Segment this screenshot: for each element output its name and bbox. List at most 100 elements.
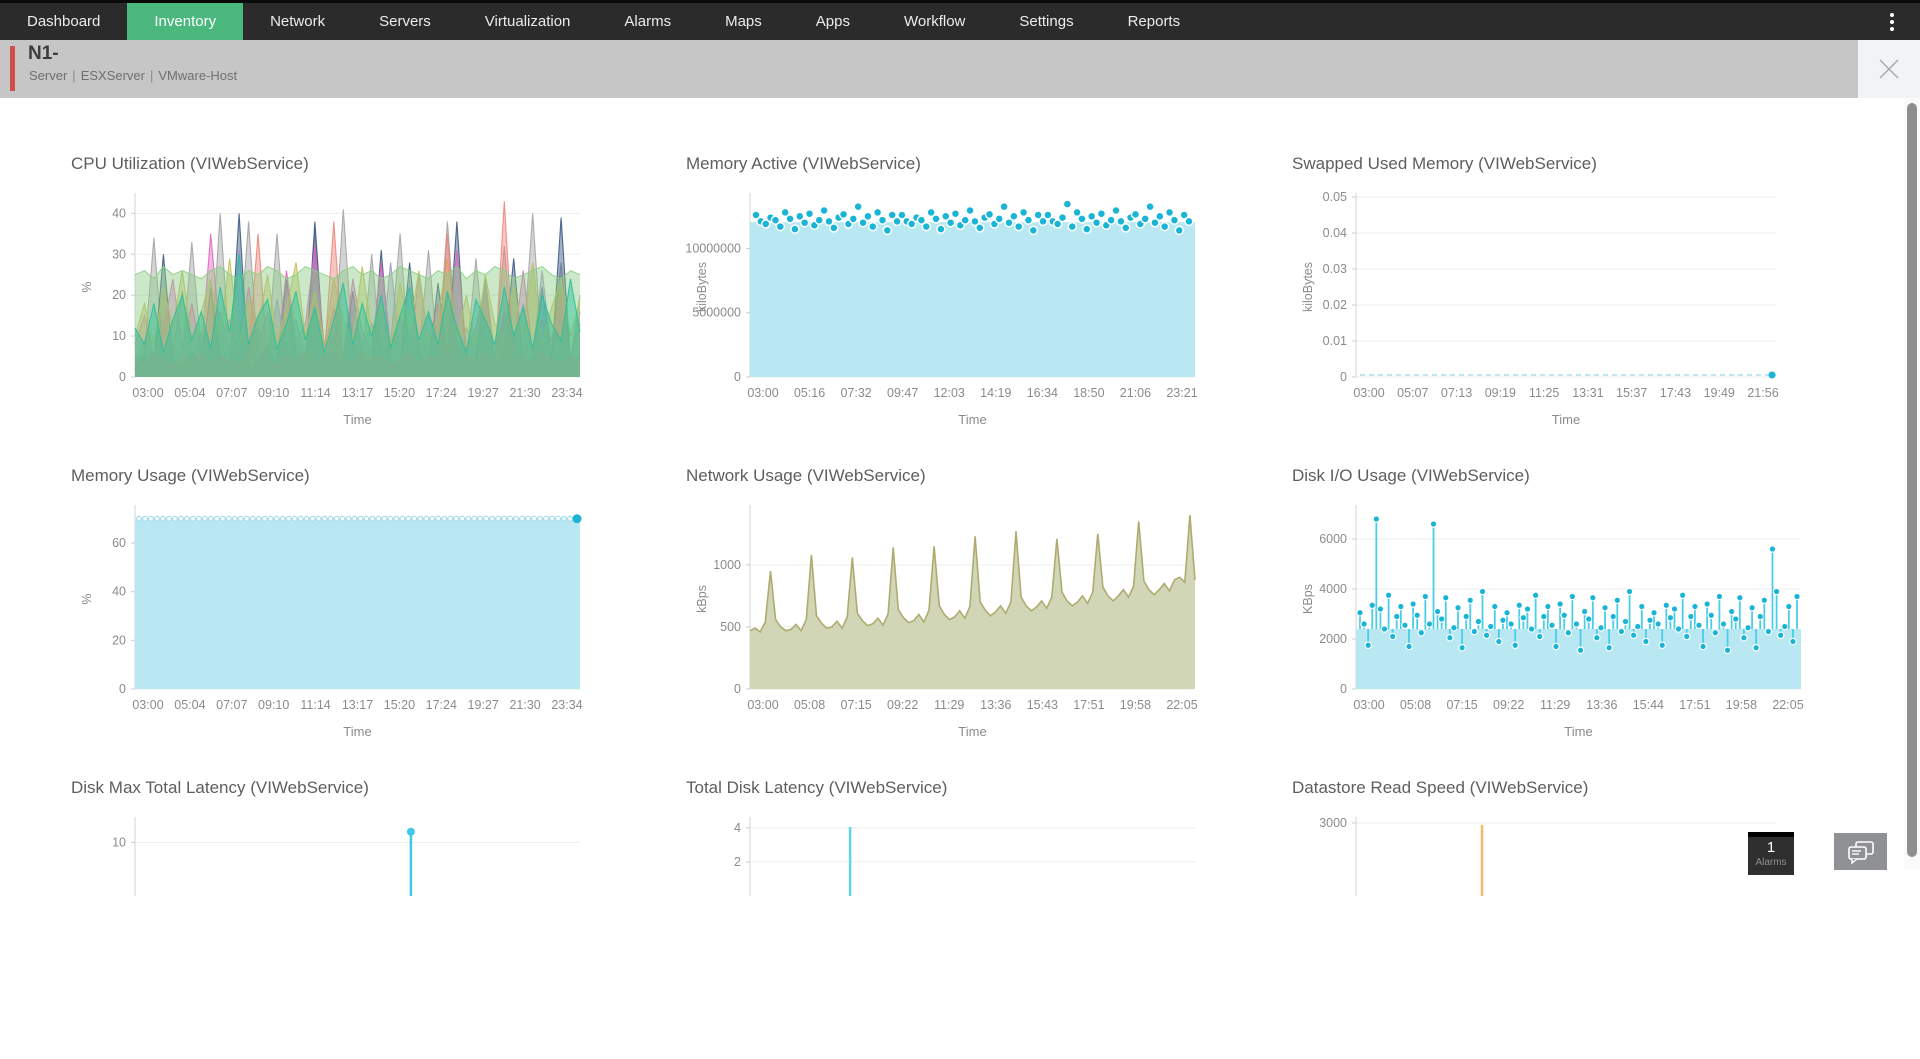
- svg-text:05:08: 05:08: [794, 698, 825, 712]
- svg-text:11:29: 11:29: [934, 698, 964, 712]
- chart-plot-area[interactable]: 10: [71, 809, 601, 1059]
- close-panel-button[interactable]: [1858, 40, 1920, 98]
- nav-tab-settings[interactable]: Settings: [992, 3, 1100, 40]
- top-navigation: Dashboard Inventory Network Servers Virt…: [0, 0, 1920, 40]
- chart-plot-area[interactable]: 050000001000000003:0005:1607:3209:4712:0…: [686, 185, 1216, 435]
- svg-text:09:22: 09:22: [1493, 698, 1524, 712]
- svg-text:Time: Time: [958, 724, 986, 739]
- svg-text:40: 40: [112, 206, 126, 220]
- svg-text:21:30: 21:30: [509, 698, 540, 712]
- svg-text:05:16: 05:16: [794, 386, 825, 400]
- svg-text:kBps: kBps: [695, 585, 709, 613]
- svg-text:KBps: KBps: [1301, 584, 1315, 614]
- nav-tab-workflow[interactable]: Workflow: [877, 3, 992, 40]
- svg-text:Time: Time: [1564, 724, 1592, 739]
- svg-text:19:27: 19:27: [468, 698, 499, 712]
- svg-text:23:34: 23:34: [551, 698, 582, 712]
- svg-text:13:31: 13:31: [1572, 386, 1603, 400]
- nav-tab-maps[interactable]: Maps: [698, 3, 789, 40]
- feedback-chat-button[interactable]: [1834, 833, 1887, 870]
- chart-disk-io-usage: Disk I/O Usage (VIWebService) 0200040006…: [1292, 463, 1797, 747]
- chat-bubbles-icon: [1846, 839, 1876, 865]
- chart-plot-area[interactable]: 0500100003:0005:0807:1509:2211:2913:3615…: [686, 497, 1216, 747]
- svg-text:21:30: 21:30: [509, 386, 540, 400]
- entity-header: N1- Server|ESXServer|VMware-Host: [0, 40, 1858, 98]
- svg-text:0: 0: [119, 682, 126, 696]
- alarm-label: Alarms: [1748, 857, 1794, 868]
- chart-plot-area[interactable]: 020004000600003:0005:0807:1509:2211:2913…: [1292, 497, 1797, 747]
- chart-plot-area[interactable]: 01020304003:0005:0407:0709:1011:1413:171…: [71, 185, 601, 435]
- svg-text:19:58: 19:58: [1726, 698, 1757, 712]
- svg-text:05:04: 05:04: [174, 698, 205, 712]
- breadcrumb-separator: |: [145, 68, 158, 83]
- svg-text:13:17: 13:17: [342, 386, 373, 400]
- svg-text:03:00: 03:00: [747, 698, 778, 712]
- chart-title: Total Disk Latency (VIWebService): [686, 775, 1216, 801]
- chart-plot-area[interactable]: 00.010.020.030.040.0503:0005:0707:1309:1…: [1292, 185, 1797, 435]
- svg-text:19:49: 19:49: [1704, 386, 1735, 400]
- svg-text:22:05: 22:05: [1166, 698, 1197, 712]
- nav-tab-inventory[interactable]: Inventory: [127, 3, 243, 40]
- svg-text:0: 0: [1340, 682, 1347, 696]
- chart-total-disk-latency: Total Disk Latency (VIWebService) 42: [686, 775, 1216, 1059]
- chart-title: CPU Utilization (VIWebService): [71, 151, 601, 177]
- chart-disk-max-total-latency: Disk Max Total Latency (VIWebService) 10: [71, 775, 601, 1059]
- svg-text:07:07: 07:07: [216, 698, 247, 712]
- svg-text:16:34: 16:34: [1027, 386, 1058, 400]
- chart-title: Disk Max Total Latency (VIWebService): [71, 775, 601, 801]
- svg-text:20: 20: [112, 288, 126, 302]
- svg-text:07:15: 07:15: [1446, 698, 1477, 712]
- svg-text:15:20: 15:20: [384, 386, 415, 400]
- nav-tab-network[interactable]: Network: [243, 3, 352, 40]
- svg-text:17:43: 17:43: [1660, 386, 1691, 400]
- svg-text:14:19: 14:19: [980, 386, 1011, 400]
- chart-title: Memory Active (VIWebService): [686, 151, 1216, 177]
- svg-text:0.03: 0.03: [1323, 262, 1347, 276]
- svg-text:23:34: 23:34: [551, 386, 582, 400]
- svg-text:07:15: 07:15: [840, 698, 871, 712]
- svg-text:3000: 3000: [1319, 816, 1347, 830]
- chart-title: Swapped Used Memory (VIWebService): [1292, 151, 1797, 177]
- svg-text:22:05: 22:05: [1772, 698, 1803, 712]
- nav-tab-virtualization[interactable]: Virtualization: [458, 3, 598, 40]
- svg-text:0: 0: [734, 682, 741, 696]
- svg-text:Time: Time: [958, 412, 986, 427]
- svg-text:0.01: 0.01: [1323, 334, 1347, 348]
- nav-tab-apps[interactable]: Apps: [789, 3, 877, 40]
- alarm-count: 1: [1748, 839, 1794, 857]
- svg-text:0: 0: [1340, 370, 1347, 384]
- svg-text:15:20: 15:20: [384, 698, 415, 712]
- svg-text:15:44: 15:44: [1633, 698, 1664, 712]
- svg-text:%: %: [80, 593, 94, 604]
- nav-tab-dashboard[interactable]: Dashboard: [0, 3, 127, 40]
- svg-text:09:47: 09:47: [887, 386, 918, 400]
- close-icon: [1876, 56, 1902, 82]
- svg-text:20: 20: [112, 633, 126, 647]
- device-subcategory: VMware-Host: [158, 68, 237, 83]
- svg-text:Time: Time: [343, 724, 371, 739]
- svg-text:12:03: 12:03: [934, 386, 965, 400]
- svg-text:18:50: 18:50: [1073, 386, 1104, 400]
- svg-text:2: 2: [734, 855, 741, 869]
- device-title: N1-: [28, 43, 59, 65]
- nav-tab-reports[interactable]: Reports: [1101, 3, 1208, 40]
- alarms-count-badge[interactable]: 1 Alarms: [1748, 832, 1794, 875]
- svg-text:07:32: 07:32: [840, 386, 871, 400]
- svg-text:%: %: [80, 281, 94, 292]
- svg-text:17:24: 17:24: [426, 698, 457, 712]
- chart-plot-area[interactable]: 3000: [1292, 809, 1797, 1059]
- svg-text:13:17: 13:17: [342, 698, 373, 712]
- svg-text:13:36: 13:36: [1586, 698, 1617, 712]
- nav-tab-servers[interactable]: Servers: [352, 3, 458, 40]
- vertical-scrollbar-thumb[interactable]: [1907, 103, 1917, 857]
- svg-text:15:43: 15:43: [1027, 698, 1058, 712]
- svg-text:09:10: 09:10: [258, 698, 289, 712]
- severity-accent-bar: [10, 46, 15, 91]
- svg-text:05:07: 05:07: [1397, 386, 1428, 400]
- chart-plot-area[interactable]: 42: [686, 809, 1216, 1059]
- kebab-menu-icon[interactable]: [1880, 3, 1904, 40]
- chart-plot-area[interactable]: 020406003:0005:0407:0709:1011:1413:1715:…: [71, 497, 601, 747]
- chart-swapped-used-memory: Swapped Used Memory (VIWebService) 0 0.01…: [1292, 151, 1797, 435]
- nav-tab-alarms[interactable]: Alarms: [597, 3, 698, 40]
- svg-text:0: 0: [119, 370, 126, 384]
